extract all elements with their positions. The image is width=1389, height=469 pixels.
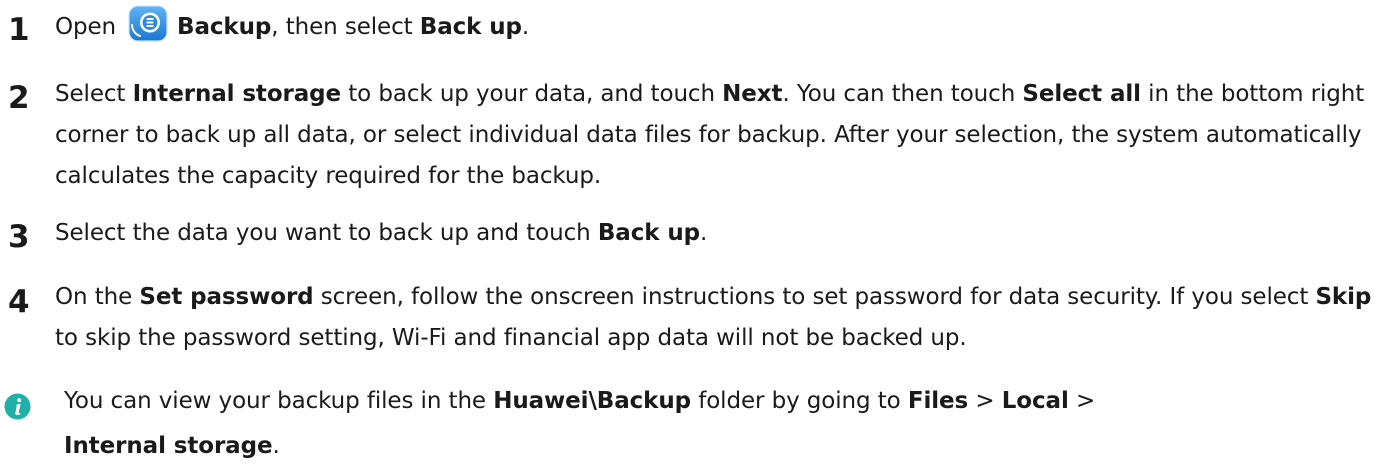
step-text: Open Backup, then select Back up.	[55, 5, 1375, 48]
step-number: 4	[8, 284, 30, 320]
step-text: Select Internal storage to back up your …	[55, 81, 1365, 189]
backup-app-icon	[128, 5, 168, 42]
step-number: 3	[8, 219, 30, 255]
step-text: On the Set password screen, follow the o…	[55, 284, 1372, 351]
step-text: Select the data you want to back up and …	[55, 220, 708, 246]
info-icon	[4, 393, 31, 420]
step-number: 2	[8, 80, 30, 116]
step-number: 1	[8, 12, 30, 48]
note-text: You can view your backup files in the Hu…	[64, 388, 1096, 459]
